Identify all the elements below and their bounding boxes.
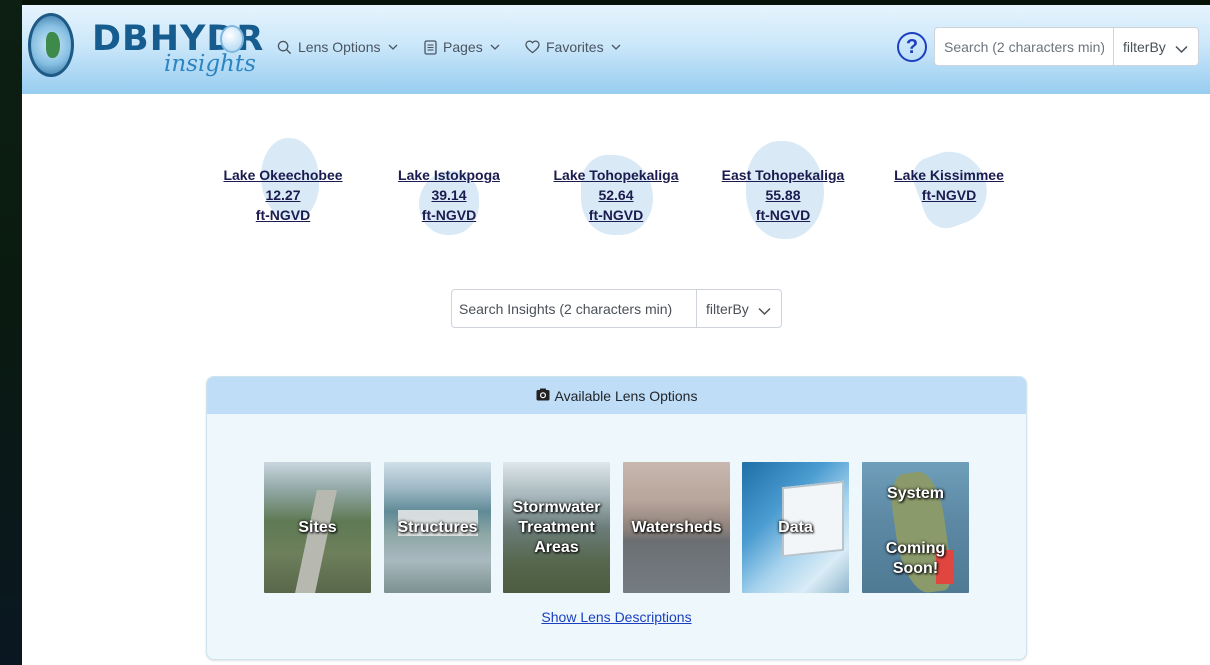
lake-name: Lake Okeechobee xyxy=(223,167,343,183)
lens-tile-stormwater[interactable]: Stormwater Treatment Areas xyxy=(503,462,610,593)
document-icon xyxy=(424,39,437,55)
lake-kissimmee-card[interactable]: Lake Kissimmee ft-NGVD xyxy=(874,133,1024,243)
water-drop-icon xyxy=(220,25,244,53)
lake-name: Lake Istokpoga xyxy=(398,167,500,183)
show-lens-descriptions-link[interactable]: Show Lens Descriptions xyxy=(207,609,1026,625)
lake-okeechobee-card[interactable]: Lake Okeechobee 12.27 ft-NGVD xyxy=(208,133,358,243)
insights-search-input[interactable] xyxy=(451,289,697,328)
header-search-input[interactable] xyxy=(934,27,1114,66)
nav-favorites-label: Favorites xyxy=(546,39,604,55)
lake-level: 39.14 xyxy=(431,187,467,203)
lake-unit: ft-NGVD xyxy=(255,207,311,223)
lake-unit: ft-NGVD xyxy=(921,187,977,203)
lens-options-card: Available Lens Options Sites Structures … xyxy=(206,376,1027,660)
heart-icon xyxy=(525,40,540,54)
lens-tile-label: Sites xyxy=(298,518,337,536)
help-icon[interactable]: ? xyxy=(897,32,927,62)
nav-pages[interactable]: Pages xyxy=(424,39,500,55)
header-filter-label: filterBy xyxy=(1123,38,1166,55)
chevron-down-icon xyxy=(1175,41,1188,57)
chevron-down-icon xyxy=(388,44,398,51)
lens-card-title: Available Lens Options xyxy=(554,387,698,404)
search-icon xyxy=(277,40,292,55)
lake-istokpoga-card[interactable]: Lake Istokpoga 39.14 ft-NGVD xyxy=(374,133,524,243)
florida-shape-icon xyxy=(46,32,60,58)
lens-tile-label: Watersheds xyxy=(631,518,722,536)
lens-card-header: Available Lens Options xyxy=(207,377,1026,414)
lens-tile-label-bottom: Coming Soon! xyxy=(885,540,946,577)
chevron-down-icon xyxy=(490,44,500,51)
lens-tile-label: Data xyxy=(778,518,813,536)
logo-subtitle: insights xyxy=(164,51,256,77)
east-tohopekaliga-card[interactable]: East Tohopekaliga 55.88 ft-NGVD xyxy=(708,133,858,243)
nav-pages-label: Pages xyxy=(443,39,483,55)
lake-name: Lake Kissimmee xyxy=(894,167,1004,183)
lens-tile-sites[interactable]: Sites xyxy=(264,462,371,593)
lake-level: 55.88 xyxy=(765,187,801,203)
nav-lens-options[interactable]: Lens Options xyxy=(277,39,398,55)
insights-filter-label: filterBy xyxy=(706,300,749,317)
lake-name: East Tohopekaliga xyxy=(721,167,845,183)
site-header: DBHYDR insights Lens Options Pages Favor… xyxy=(22,5,1210,94)
lake-unit: ft-NGVD xyxy=(588,207,644,223)
lake-unit: ft-NGVD xyxy=(755,207,811,223)
lens-tile-structures[interactable]: Structures xyxy=(384,462,491,593)
nav-favorites[interactable]: Favorites xyxy=(525,39,621,55)
chevron-down-icon xyxy=(758,303,771,319)
lake-tohopekaliga-card[interactable]: Lake Tohopekaliga 52.64 ft-NGVD xyxy=(541,133,691,243)
lake-unit: ft-NGVD xyxy=(421,207,477,223)
chevron-down-icon xyxy=(611,44,621,51)
insights-filter-select[interactable]: filterBy xyxy=(696,289,782,328)
sfwmd-seal-logo[interactable] xyxy=(28,13,74,77)
header-filter-select[interactable]: filterBy xyxy=(1113,27,1199,66)
lens-tile-label: Stormwater Treatment Areas xyxy=(512,498,601,556)
lens-tile-label-top: System xyxy=(887,485,944,502)
camera-icon xyxy=(536,388,550,404)
lake-level: 52.64 xyxy=(598,187,634,203)
lens-tile-system[interactable]: System Coming Soon! xyxy=(862,462,969,593)
lens-tile-watersheds[interactable]: Watersheds xyxy=(623,462,730,593)
lake-level: 12.27 xyxy=(265,187,301,203)
nav-lens-options-label: Lens Options xyxy=(298,39,381,55)
lake-name: Lake Tohopekaliga xyxy=(553,167,679,183)
browser-page: DBHYDR insights Lens Options Pages Favor… xyxy=(22,5,1210,665)
lens-tile-label: Structures xyxy=(397,518,478,536)
desktop-background xyxy=(0,0,22,665)
lens-tile-data[interactable]: Data xyxy=(742,462,849,593)
